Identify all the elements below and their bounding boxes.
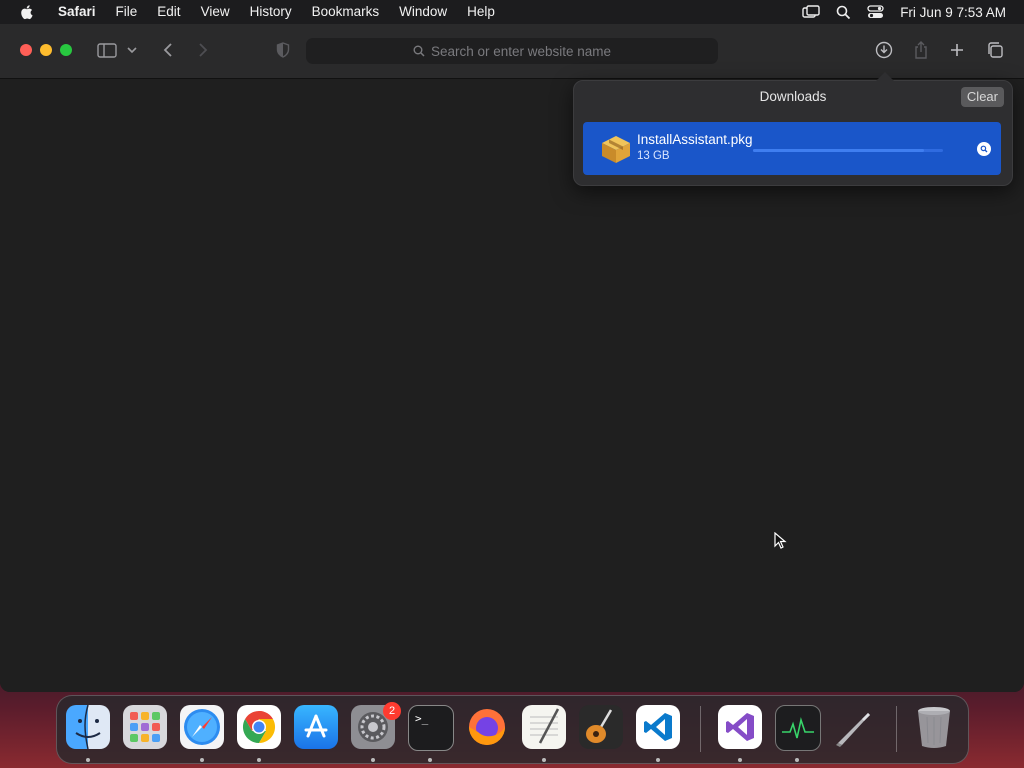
menu-app-name[interactable]: Safari (48, 0, 106, 24)
screen-mirroring-icon[interactable] (802, 5, 820, 19)
app-store-icon[interactable] (294, 705, 338, 749)
textedit-icon[interactable] (522, 705, 566, 749)
installer-icon[interactable] (832, 705, 876, 749)
clear-downloads-button[interactable]: Clear (960, 87, 1004, 107)
running-indicator (200, 758, 204, 762)
running-indicator (257, 758, 261, 762)
package-icon (602, 136, 630, 163)
launchpad-icon[interactable] (123, 705, 167, 749)
download-item[interactable]: InstallAssistant.pkg 13 GB (583, 122, 1001, 175)
back-button-icon[interactable] (157, 39, 179, 61)
running-indicator (428, 758, 432, 762)
address-bar[interactable]: Search or enter website name (306, 38, 718, 64)
menu-edit[interactable]: Edit (147, 0, 190, 24)
garageband-icon[interactable] (579, 705, 623, 749)
trash-icon[interactable] (912, 705, 956, 749)
safari-icon[interactable] (180, 705, 224, 749)
menu-history[interactable]: History (240, 0, 302, 24)
running-indicator (371, 758, 375, 762)
chevron-down-icon[interactable] (125, 39, 139, 61)
download-filename: InstallAssistant.pkg (637, 132, 753, 147)
privacy-shield-icon[interactable] (272, 39, 294, 61)
menu-view[interactable]: View (191, 0, 240, 24)
mouse-cursor-icon (774, 532, 787, 549)
safari-toolbar: Search or enter website name (0, 24, 1024, 79)
tab-overview-icon[interactable] (984, 39, 1006, 61)
firefox-icon[interactable] (465, 705, 509, 749)
dock: 2 >_ (56, 695, 969, 764)
spotlight-search-icon[interactable] (836, 5, 851, 20)
downloads-button-icon[interactable] (873, 39, 895, 61)
address-placeholder: Search or enter website name (430, 43, 612, 59)
downloads-title: Downloads (759, 89, 827, 104)
menu-bookmarks[interactable]: Bookmarks (302, 0, 390, 24)
visual-studio-icon[interactable] (718, 705, 762, 749)
menu-clock[interactable]: Fri Jun 9 7:53 AM (900, 5, 1006, 20)
running-indicator (738, 758, 742, 762)
close-window-button[interactable] (20, 44, 32, 56)
chrome-icon[interactable] (237, 705, 281, 749)
running-indicator (86, 758, 90, 762)
dock-separator (700, 706, 701, 752)
finder-icon[interactable] (66, 705, 110, 749)
running-indicator (656, 758, 660, 762)
forward-button-icon[interactable] (192, 39, 214, 61)
vscode-icon[interactable] (636, 705, 680, 749)
apple-icon[interactable] (18, 3, 36, 21)
menu-help[interactable]: Help (457, 0, 505, 24)
search-icon (413, 45, 425, 57)
running-indicator (542, 758, 546, 762)
sidebar-toggle-icon[interactable] (96, 39, 118, 61)
menu-bar: Safari File Edit View History Bookmarks … (0, 0, 1024, 24)
minimize-window-button[interactable] (40, 44, 52, 56)
downloads-popover: Downloads Clear InstallAssistant.pkg 13 … (573, 72, 1013, 186)
popover-arrow (876, 72, 894, 81)
download-progress-bar (753, 149, 943, 152)
download-progress-fill (753, 149, 924, 152)
control-center-icon[interactable] (867, 5, 884, 19)
settings-icon[interactable]: 2 (351, 702, 401, 749)
download-size: 13 GB (637, 150, 670, 162)
menu-file[interactable]: File (106, 0, 148, 24)
running-indicator (795, 758, 799, 762)
menu-window[interactable]: Window (389, 0, 457, 24)
zoom-window-button[interactable] (60, 44, 72, 56)
share-icon[interactable] (910, 39, 932, 61)
terminal-icon[interactable]: >_ (408, 705, 454, 751)
new-tab-icon[interactable] (946, 39, 968, 61)
activity-monitor-icon[interactable] (775, 705, 821, 751)
dock-separator (896, 706, 897, 752)
settings-badge: 2 (383, 702, 401, 720)
reveal-in-finder-icon[interactable] (977, 142, 991, 156)
